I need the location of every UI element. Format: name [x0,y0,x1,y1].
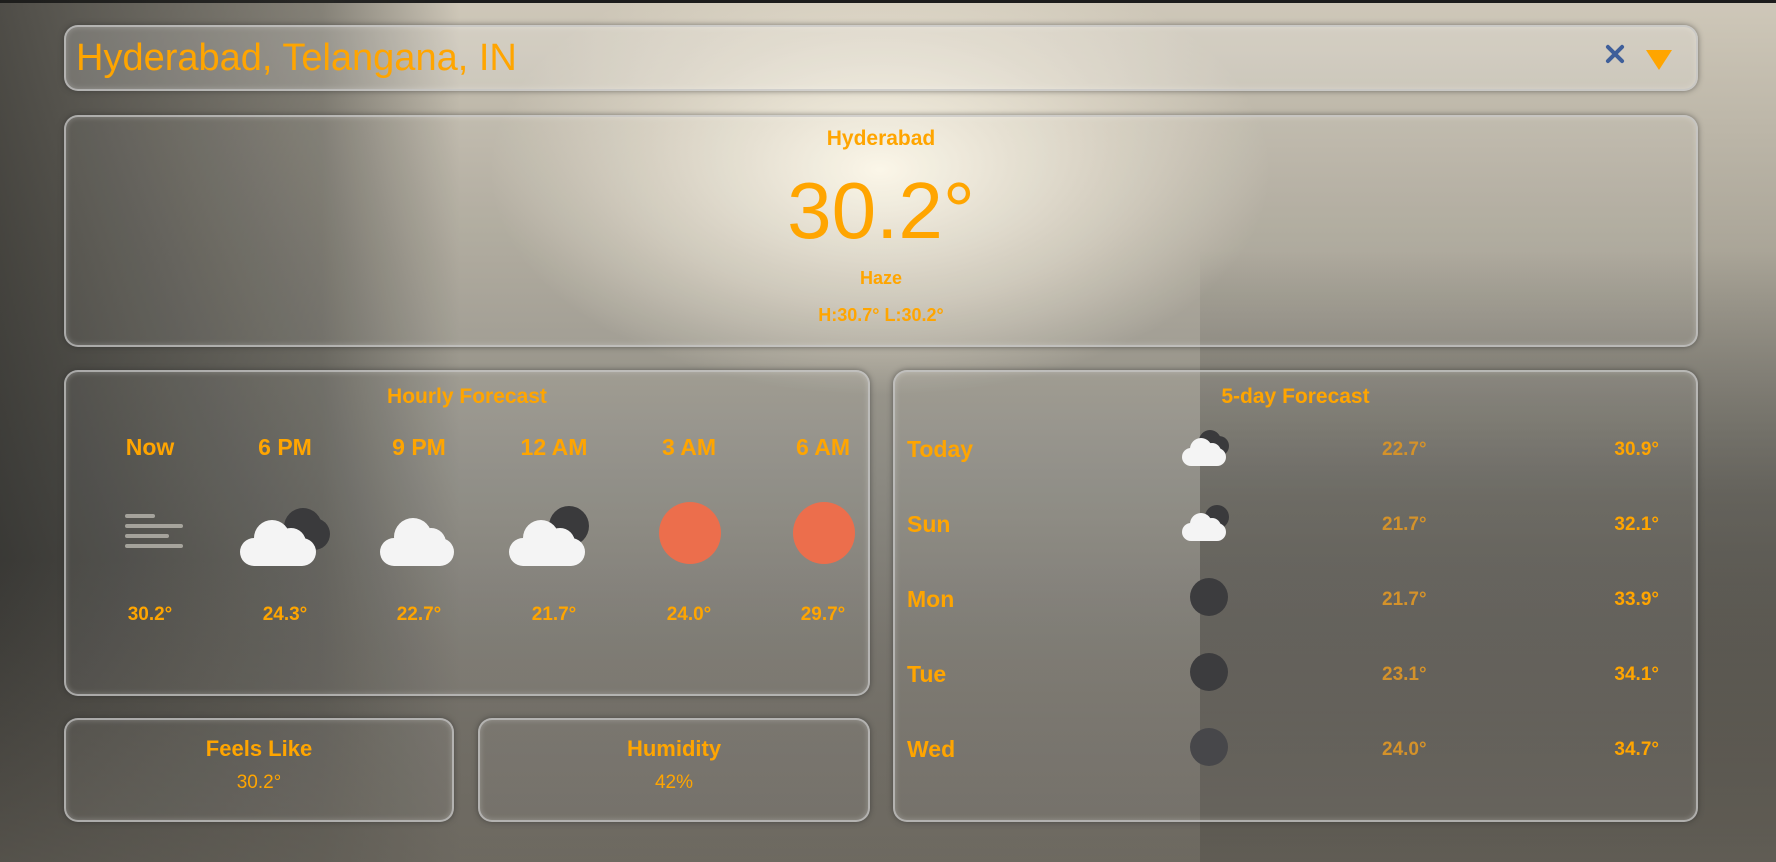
daily-low: 22.7° [1382,439,1427,460]
current-high-low: H:30.7° L:30.2° [818,305,944,325]
hourly-temp: 24.0° [666,604,712,625]
hourly-item: 6 AM 29.7° [768,434,878,626]
moon-icon [1177,576,1237,626]
hourly-forecast-title: Hourly Forecast [387,385,547,408]
daily-row: Wed 24.0° 34.7° [907,728,1687,776]
hourly-item: Now 30.2° [95,434,205,626]
hourly-item: 12 AM 21.7° [499,434,609,626]
moon-icon [1177,651,1237,701]
feels-like-label: Feels Like [205,736,313,761]
sun-icon [793,502,855,564]
cloudy-night-icon [1177,426,1237,476]
cloud-icon [374,504,464,566]
humidity-label: Humidity [626,736,722,761]
daily-high: 32.1° [1614,514,1659,535]
daily-row: Today 22.7° 30.9° [907,430,1687,476]
hourly-temp: 30.2° [127,604,173,625]
hourly-time: 3 AM [661,434,717,460]
daily-low: 21.7° [1382,514,1427,535]
daily-row: Mon 21.7° 33.9° [907,578,1687,626]
cloudy-night-icon [1177,501,1237,551]
hourly-item: 3 AM 24.0° [634,434,744,626]
feels-like-card: Feels Like 30.2° [64,718,454,822]
daily-day: Wed [907,736,956,762]
daily-high: 33.9° [1614,589,1659,610]
daily-high: 30.9° [1614,439,1659,460]
hourly-temp: 24.3° [262,604,308,625]
daily-day: Sun [907,511,951,537]
daily-day: Today [907,436,974,462]
daily-low: 21.7° [1382,589,1427,610]
moon-icon [1177,726,1237,776]
sun-icon [659,502,721,564]
current-city: Hyderabad [826,127,936,150]
hourly-temp: 21.7° [531,604,577,625]
hourly-time: 6 AM [795,434,851,460]
hourly-time: 12 AM [520,434,588,460]
daily-day: Tue [907,661,947,687]
humidity-value: 42% [654,772,694,793]
five-day-forecast-title: 5-day Forecast [1221,385,1370,408]
humidity-card: Humidity 42% [478,718,870,822]
hourly-item: 9 PM 22.7° [364,434,474,626]
daily-day: Mon [907,586,955,612]
daily-high: 34.1° [1614,664,1659,685]
daily-row: Tue 23.1° 34.1° [907,653,1687,701]
daily-low: 24.0° [1382,739,1427,760]
current-condition: Haze [859,268,903,288]
clear-icon[interactable] [1603,42,1627,66]
current-temperature: 30.2° [787,166,975,255]
location-search-value[interactable]: Hyderabad, Telangana, IN [76,37,517,80]
cloudy-night-icon [509,504,599,566]
daily-high: 34.7° [1614,739,1659,760]
five-day-forecast-panel: 5-day Forecast Today 22.7° 30.9° Sun 21.… [893,370,1698,822]
haze-icon [125,508,185,558]
hourly-temp: 29.7° [800,604,846,625]
hourly-time: 6 PM [258,434,312,460]
dropdown-arrow-icon[interactable] [1646,50,1672,70]
daily-row: Sun 21.7° 32.1° [907,505,1687,551]
daily-low: 23.1° [1382,664,1427,685]
hourly-time: Now [125,434,175,460]
location-search-bar[interactable]: Hyderabad, Telangana, IN [64,25,1698,91]
hourly-time: 9 PM [392,434,446,460]
cloudy-night-icon [240,504,330,566]
hourly-item: 6 PM 24.3° [230,434,340,626]
current-weather-panel: Hyderabad 30.2° Haze H:30.7° L:30.2° [64,115,1698,347]
hourly-temp: 22.7° [396,604,442,625]
hourly-forecast-panel: Hourly Forecast Now 30.2° 6 PM 24.3° 9 P… [64,370,870,696]
feels-like-value: 30.2° [236,772,282,793]
